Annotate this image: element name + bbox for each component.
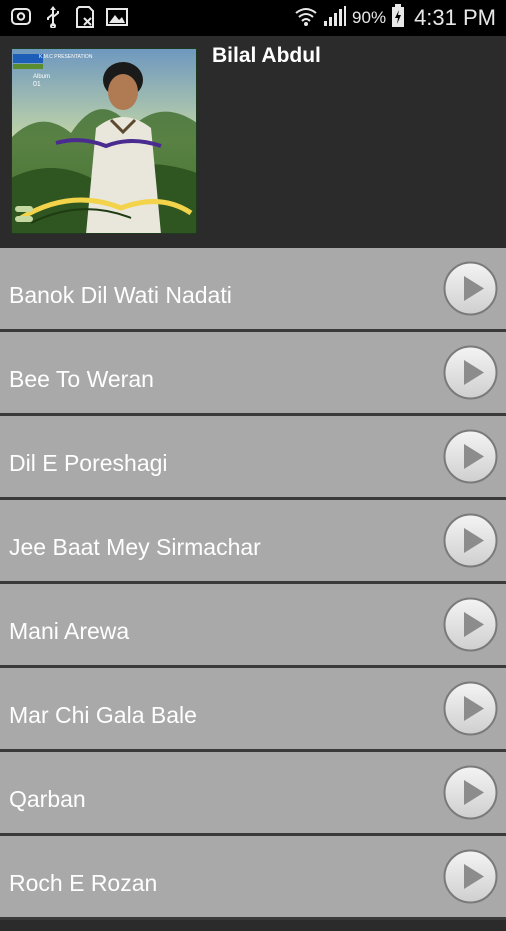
- play-button[interactable]: [443, 681, 498, 736]
- signal-icon: [323, 5, 347, 32]
- play-icon: [443, 681, 498, 736]
- play-button[interactable]: [443, 765, 498, 820]
- play-icon: [443, 849, 498, 904]
- clock: 4:31 PM: [414, 5, 496, 30]
- notification-icons: [10, 6, 128, 28]
- system-icons: 90% 4:31 PM: [294, 3, 496, 33]
- messenger-icon: [10, 6, 32, 28]
- play-icon: [443, 597, 498, 652]
- track-title: Dil E Poreshagi: [9, 450, 168, 476]
- usb-icon: [42, 6, 64, 28]
- track-list: Banok Dil Wati Nadati Bee To Weran Dil E…: [0, 248, 506, 920]
- track-row[interactable]: Mar Chi Gala Bale: [0, 668, 506, 752]
- battery-charging-icon: [391, 3, 405, 33]
- play-icon: [443, 345, 498, 400]
- track-title: Mani Arewa: [9, 618, 130, 644]
- track-row[interactable]: Jee Baat Mey Sirmachar: [0, 500, 506, 584]
- track-title: Bee To Weran: [9, 366, 154, 392]
- play-button[interactable]: [443, 429, 498, 484]
- play-icon: [443, 261, 498, 316]
- play-button[interactable]: [443, 597, 498, 652]
- track-title: Mar Chi Gala Bale: [9, 702, 197, 728]
- album-header: K.M.C PRESENTATION Album 01 Bilal Abdul: [0, 36, 506, 248]
- sd-card-icon: [74, 6, 96, 28]
- wifi-icon: [294, 5, 318, 32]
- album-cover-frame: [11, 48, 197, 234]
- track-row[interactable]: Qarban: [0, 752, 506, 836]
- track-title: Roch E Rozan: [9, 870, 158, 896]
- status-bar: 90% 4:31 PM: [0, 0, 506, 36]
- track-title: Jee Baat Mey Sirmachar: [9, 534, 261, 560]
- track-row[interactable]: Banok Dil Wati Nadati: [0, 248, 506, 332]
- track-row[interactable]: Bee To Weran: [0, 332, 506, 416]
- image-icon: [106, 6, 128, 28]
- track-title: Qarban: [9, 786, 86, 812]
- track-row[interactable]: Mani Arewa: [0, 584, 506, 668]
- play-icon: [443, 513, 498, 568]
- battery-level: 90%: [352, 8, 387, 27]
- album-title: Bilal Abdul: [212, 44, 321, 67]
- track-row[interactable]: Dil E Poreshagi: [0, 416, 506, 500]
- track-title: Banok Dil Wati Nadati: [9, 282, 232, 308]
- play-icon: [443, 429, 498, 484]
- play-button[interactable]: [443, 513, 498, 568]
- play-icon: [443, 765, 498, 820]
- play-button[interactable]: [443, 261, 498, 316]
- play-button[interactable]: [443, 345, 498, 400]
- track-row[interactable]: Roch E Rozan: [0, 836, 506, 920]
- album-cover-image: K.M.C PRESENTATION Album 01: [11, 48, 197, 234]
- play-button[interactable]: [443, 849, 498, 904]
